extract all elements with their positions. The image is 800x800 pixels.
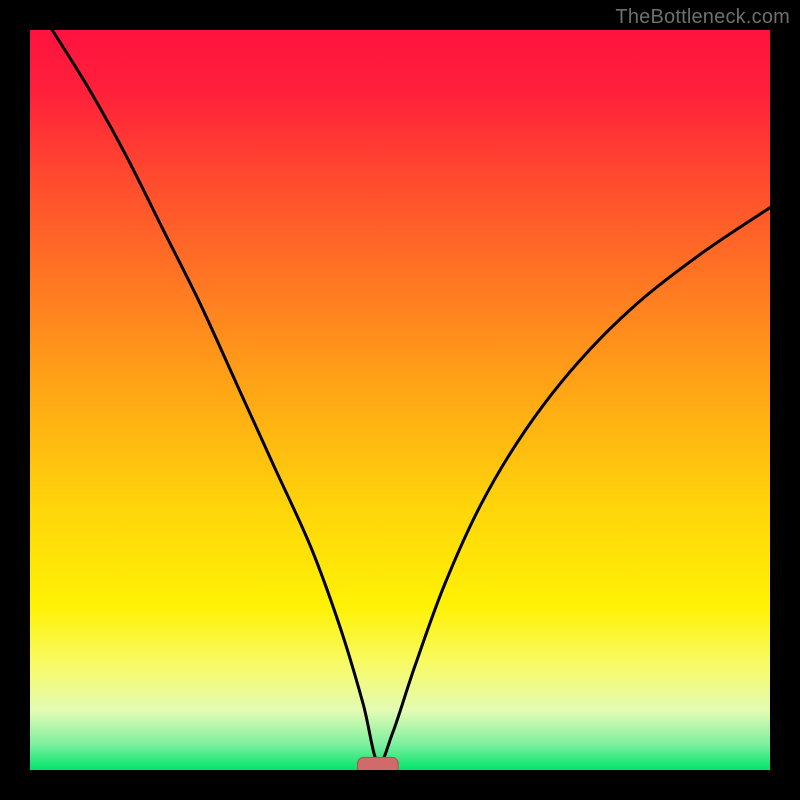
minimum-marker	[357, 757, 398, 770]
attribution-label: TheBottleneck.com	[615, 6, 790, 29]
gradient-background	[30, 30, 770, 770]
chart-area	[30, 30, 770, 770]
chart-svg	[30, 30, 770, 770]
outer-frame: TheBottleneck.com	[0, 0, 800, 800]
